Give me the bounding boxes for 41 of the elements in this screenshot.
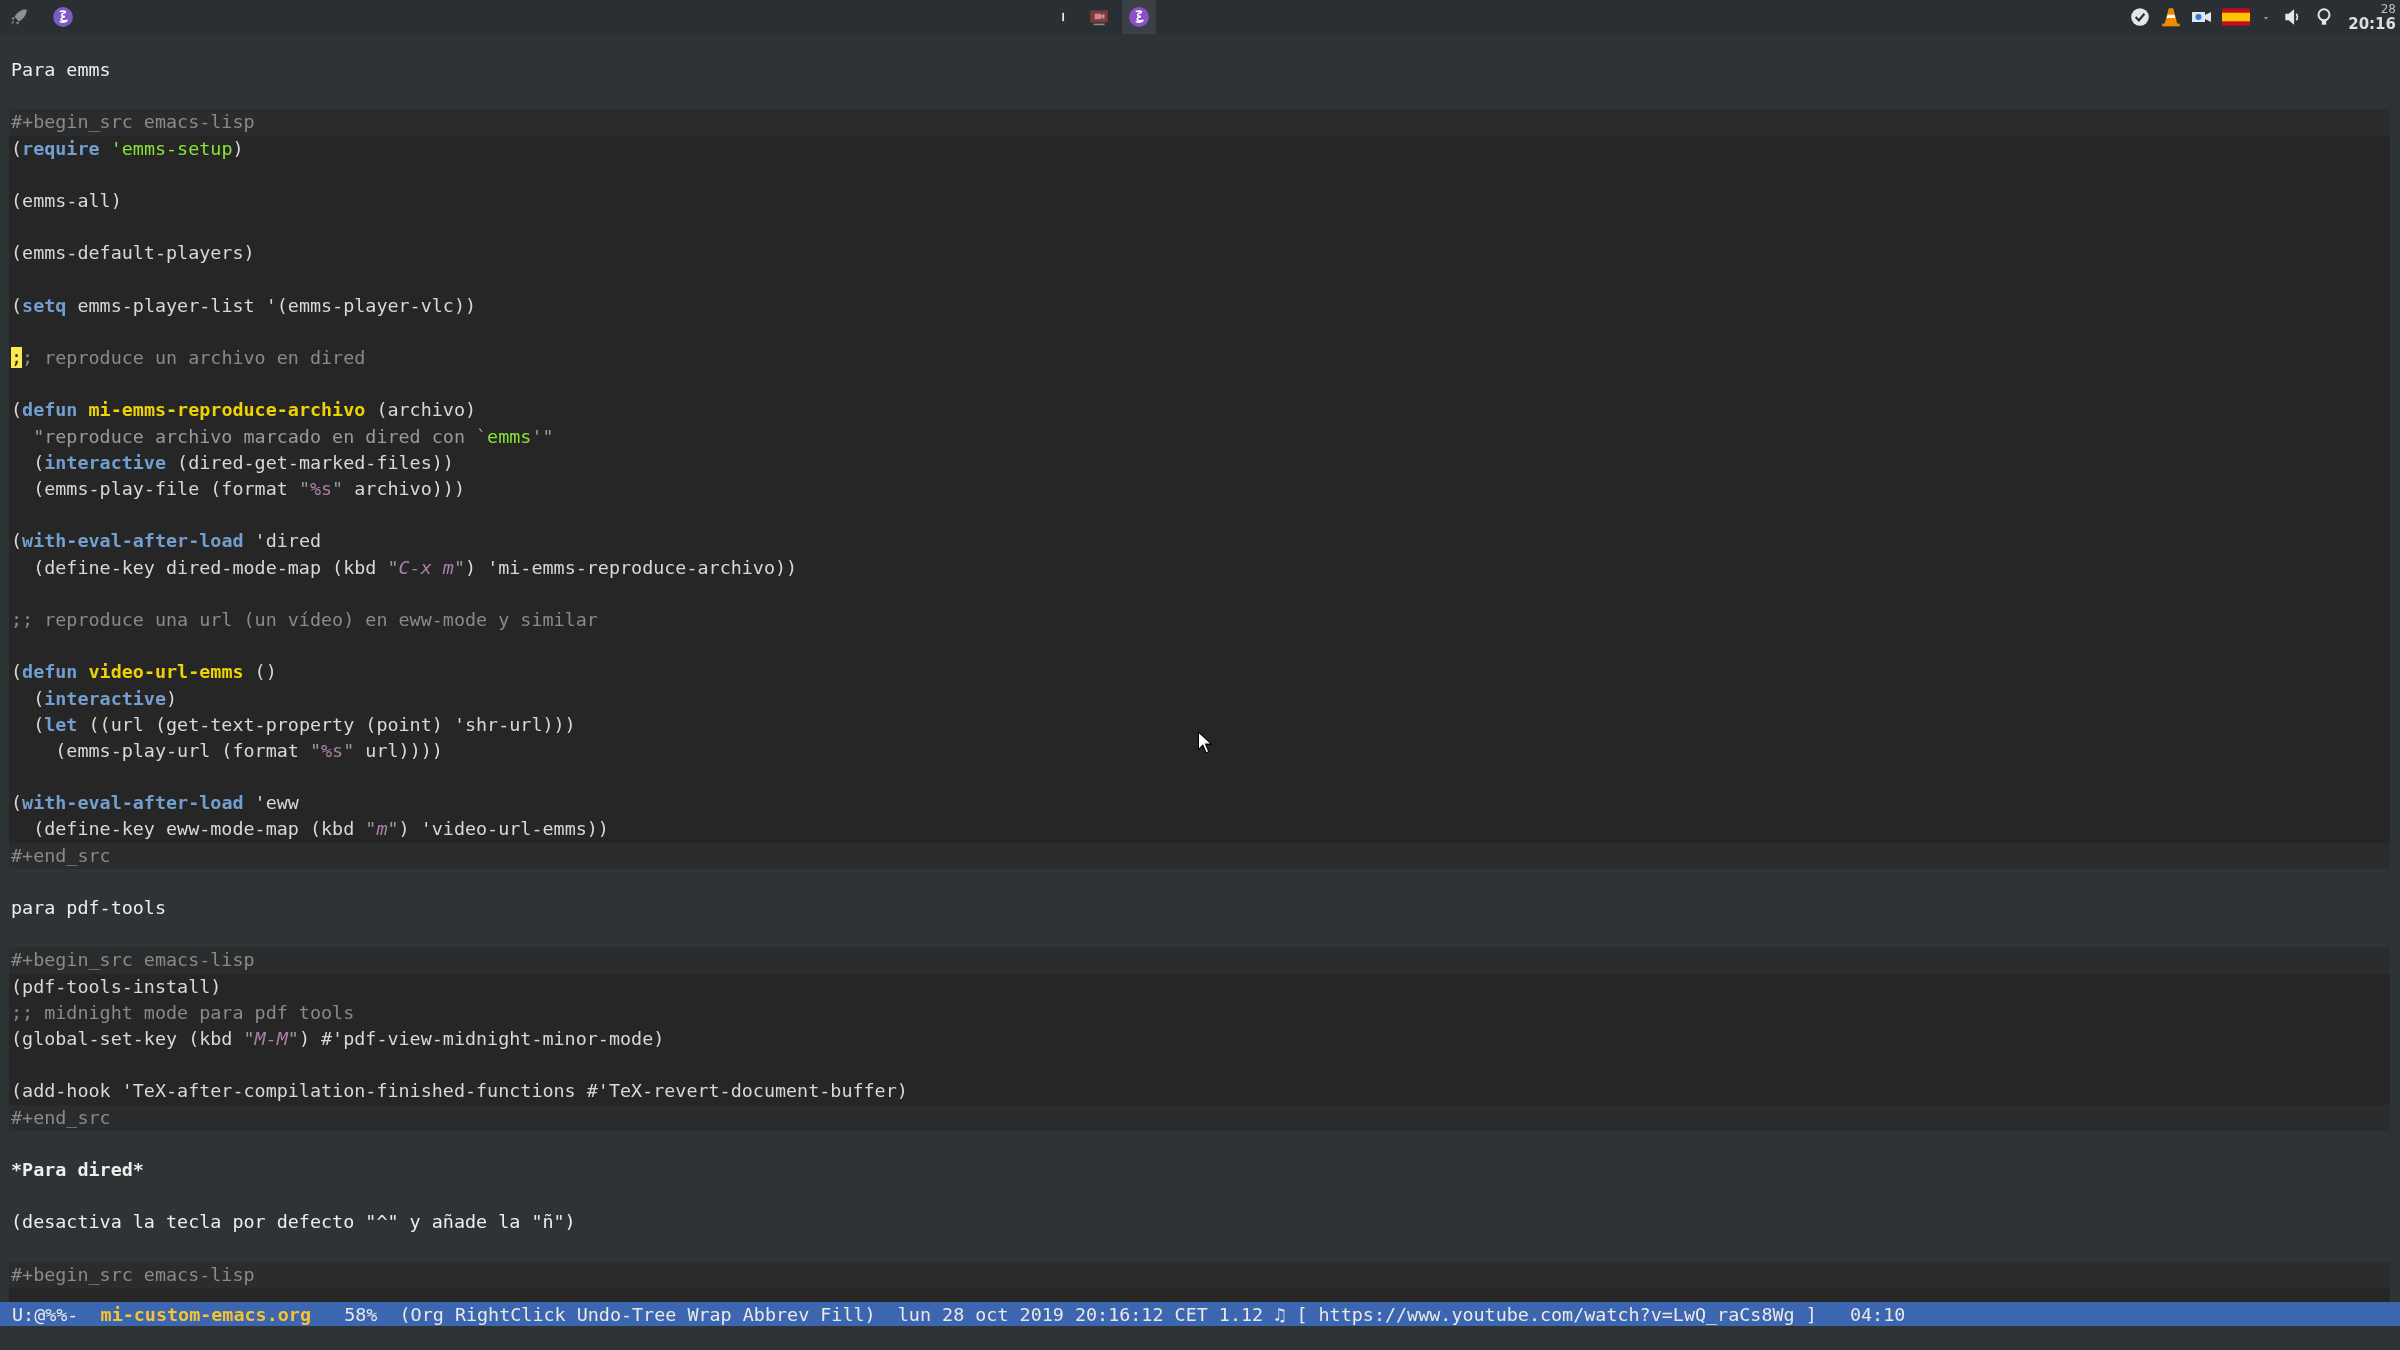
- code-line: (with-eval-after-load 'dired: [10, 529, 322, 554]
- emacs-logo-icon[interactable]: [52, 6, 74, 28]
- mode-line-text: 04:10: [1848, 1303, 1906, 1325]
- mouse-pointer-icon: [1197, 731, 1213, 755]
- code-line: (defun video-url-emms (): [10, 660, 277, 685]
- text-line: *Para dired*: [10, 1157, 144, 1182]
- code-line: (define-key dired-mode-map (kbd "C-x m") 'mi-emms-reproduce-archivo)): [32, 555, 798, 580]
- code-line: (let ((url (get-text-property (point) 'shr-url))): [32, 712, 576, 737]
- code-line: (define-key eww-mode-map (kbd "m") 'video-url-emms)): [32, 817, 609, 842]
- code-line: (with-eval-after-load 'eww: [10, 791, 299, 816]
- code-line: ;; midnight mode para pdf tools: [10, 1000, 355, 1025]
- code-line: (setq emms-player-list '(emms-player-vlc)): [10, 293, 477, 318]
- mode-line-text: 58%: [343, 1303, 378, 1325]
- code-line: (emms-play-url (format "%s" url)))): [54, 738, 443, 763]
- code-line: (defun mi-emms-reproduce-archivo (archivo): [10, 398, 477, 423]
- mode-line-text: (Org RightClick Undo-Tree Wrap Abbrev Fill): [399, 1303, 876, 1325]
- code-line: "reproduce archivo marcado en dired con `emms'": [32, 424, 554, 449]
- code-line: (emms-all): [10, 188, 122, 213]
- mode-line-text: U:@%%-: [12, 1303, 79, 1325]
- code-line: (emms-play-file (format "%s" archivo))): [32, 477, 465, 501]
- check-circle-icon[interactable]: [2129, 6, 2152, 28]
- clock-date: 28: [2380, 2, 2396, 15]
- traffic-cone-icon[interactable]: [2160, 6, 2183, 28]
- text-line: Para emms: [10, 58, 111, 82]
- buffer-name: mi-custom-emacs.org: [100, 1303, 311, 1325]
- clock-time[interactable]: 20:16: [2348, 16, 2396, 32]
- taskbar-emacs-logo-button[interactable]: [1122, 0, 1156, 34]
- code-line: (emms-default-players): [10, 241, 255, 266]
- code-line: ;; reproduce una url (un vídeo) en eww-mode y similar: [10, 607, 598, 632]
- code-line: (require 'emms-setup): [10, 136, 244, 161]
- code-line: (add-hook 'TeX-after-compilation-finished-functions #'TeX-revert-document-buffer): [10, 1079, 908, 1104]
- code-line: (interactive): [32, 686, 178, 711]
- code-line: (pdf-tools-install): [10, 974, 222, 999]
- code-line: ;; reproduce un archivo en dired: [10, 346, 366, 371]
- mode-line-text: lun 28 oct 2019 20:16:12 CET 1.12 ♫ [ https://www.youtube.com/watch?v=LwQ_raCs8Wg ]: [897, 1303, 1817, 1325]
- flag-icon[interactable]: [2222, 6, 2251, 28]
- code-line: (interactive (dired-get-marked-files)): [32, 450, 454, 475]
- code-line: (global-set-key (kbd "M-M") #'pdf-view-midnight-minor-mode): [10, 1026, 665, 1051]
- text-line: para pdf-tools: [10, 896, 166, 920]
- text-line: (desactiva la tecla por defecto "^" y añade la "ñ"): [10, 1210, 576, 1235]
- emacs-logo-icon: [1128, 6, 1150, 28]
